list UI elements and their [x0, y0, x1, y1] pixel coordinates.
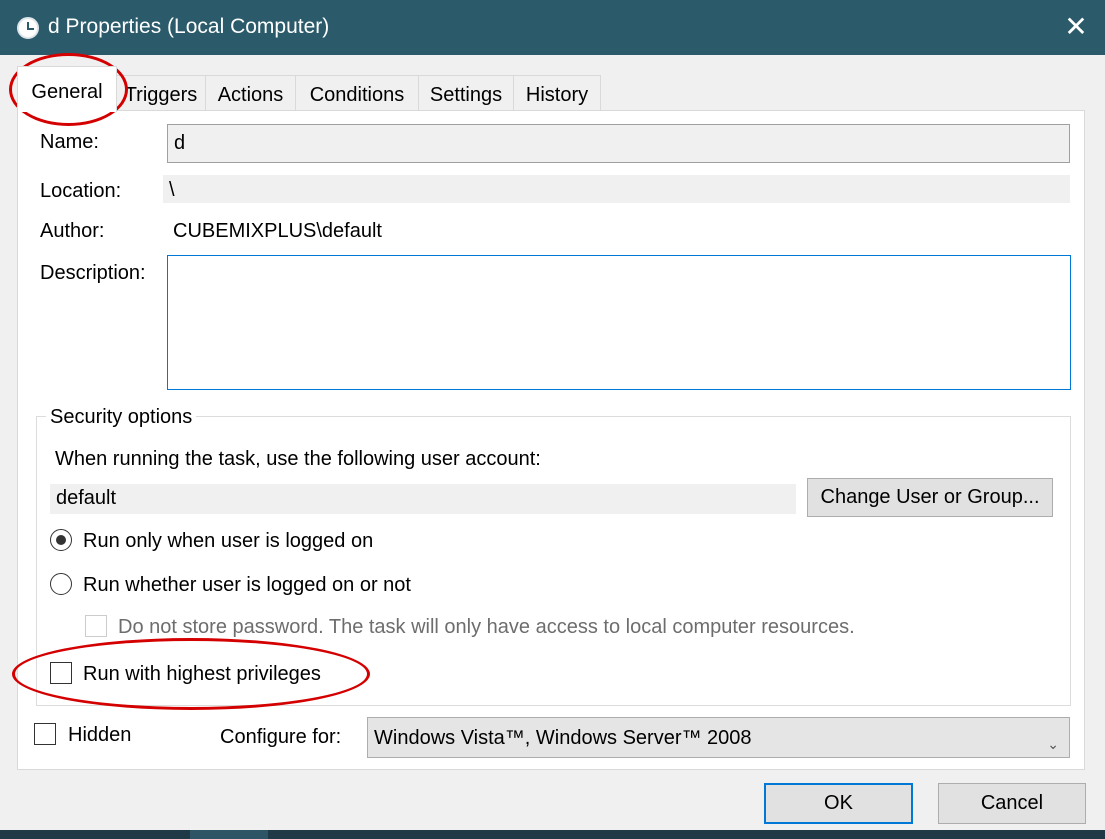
- run-only-logged-on-label[interactable]: Run only when user is logged on: [83, 530, 373, 553]
- hidden-label[interactable]: Hidden: [68, 724, 131, 747]
- run-whether-logged-on-radio[interactable]: [50, 573, 72, 595]
- tab-conditions[interactable]: Conditions: [295, 75, 419, 111]
- tab-actions[interactable]: Actions: [205, 75, 296, 111]
- configure-for-value: Windows Vista™, Windows Server™ 2008: [374, 727, 752, 749]
- user-account-prompt: When running the task, use the following…: [55, 448, 541, 470]
- window-title: d Properties (Local Computer): [48, 15, 330, 38]
- tab-general[interactable]: General: [17, 66, 117, 112]
- taskbar-item: [190, 830, 268, 839]
- configure-for-dropdown[interactable]: Windows Vista™, Windows Server™ 2008 ⌄: [367, 717, 1070, 758]
- cancel-button[interactable]: Cancel: [938, 783, 1086, 824]
- tab-triggers[interactable]: Triggers: [116, 75, 206, 111]
- user-account-field: default: [50, 484, 796, 514]
- author-value: CUBEMIXPLUS\default: [173, 220, 382, 242]
- location-label: Location:: [40, 180, 122, 202]
- author-label: Author:: [40, 220, 105, 242]
- configure-for-label: Configure for:: [220, 726, 342, 748]
- ok-button[interactable]: OK: [764, 783, 913, 824]
- tab-settings[interactable]: Settings: [418, 75, 514, 111]
- task-scheduler-clock-icon: [17, 17, 39, 39]
- close-icon[interactable]: ✕: [1060, 10, 1092, 44]
- hidden-checkbox[interactable]: [34, 723, 56, 745]
- location-value: \: [163, 175, 1070, 203]
- tab-history[interactable]: History: [513, 75, 601, 111]
- run-only-logged-on-radio[interactable]: [50, 529, 72, 551]
- security-options-legend: Security options: [46, 406, 197, 429]
- title-bar[interactable]: d Properties (Local Computer) ✕: [0, 0, 1105, 55]
- taskbar-edge: [0, 830, 1105, 839]
- description-textarea[interactable]: [167, 255, 1071, 390]
- change-user-or-group-button[interactable]: Change User or Group...: [807, 478, 1053, 517]
- chevron-down-icon: ⌄: [1047, 736, 1059, 752]
- do-not-store-password-label: Do not store password. The task will onl…: [118, 616, 855, 638]
- do-not-store-password-checkbox: [85, 615, 107, 637]
- highest-privileges-annotation-ellipse: [12, 638, 370, 710]
- description-label: Description:: [40, 262, 146, 284]
- run-whether-logged-on-label[interactable]: Run whether user is logged on or not: [83, 574, 411, 597]
- name-label: Name:: [40, 131, 99, 153]
- name-field[interactable]: d: [167, 124, 1070, 163]
